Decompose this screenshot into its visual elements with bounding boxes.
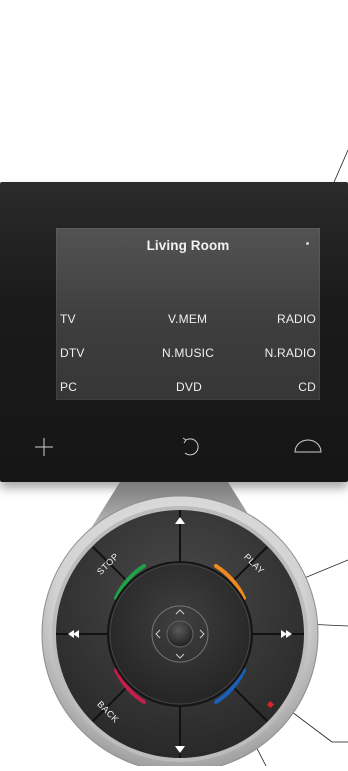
up-arrow-icon[interactable] <box>166 514 194 536</box>
dome-icon[interactable] <box>294 438 322 454</box>
screen-dot <box>306 242 309 245</box>
nav-down-icon[interactable] <box>172 650 188 662</box>
nav-up-icon[interactable] <box>172 606 188 618</box>
nav-right-icon[interactable] <box>196 626 208 642</box>
stop-button[interactable] <box>86 540 126 580</box>
rotate-back-icon[interactable] <box>180 434 200 458</box>
source-n-music[interactable]: N.MUSIC <box>162 346 214 360</box>
play-button[interactable] <box>234 540 274 580</box>
back-button[interactable] <box>86 692 126 732</box>
source-pc[interactable]: PC <box>60 380 77 394</box>
control-wheel: STOP PLAY BACK <box>0 470 348 771</box>
source-dvd[interactable]: DVD <box>176 380 202 394</box>
touch-screen: Living Room TV V.MEM RADIO DTV N.MUSIC N… <box>56 228 320 400</box>
plus-icon[interactable] <box>34 437 54 457</box>
rewind-icon[interactable] <box>60 622 86 646</box>
source-radio[interactable]: RADIO <box>277 312 316 326</box>
nav-left-icon[interactable] <box>152 626 164 642</box>
source-cd[interactable]: CD <box>298 380 316 394</box>
source-tv[interactable]: TV <box>60 312 76 326</box>
source-n-radio[interactable]: N.RADIO <box>265 346 316 360</box>
room-title: Living Room <box>146 238 230 253</box>
beo-remote-illustration: Living Room TV V.MEM RADIO DTV N.MUSIC N… <box>0 0 348 771</box>
remote-display-panel: Living Room TV V.MEM RADIO DTV N.MUSIC N… <box>0 182 348 482</box>
source-v-mem[interactable]: V.MEM <box>168 312 207 326</box>
source-dtv[interactable]: DTV <box>60 346 85 360</box>
down-arrow-icon[interactable] <box>166 738 194 760</box>
fast-forward-icon[interactable] <box>276 622 302 646</box>
center-select-button[interactable] <box>166 620 194 648</box>
